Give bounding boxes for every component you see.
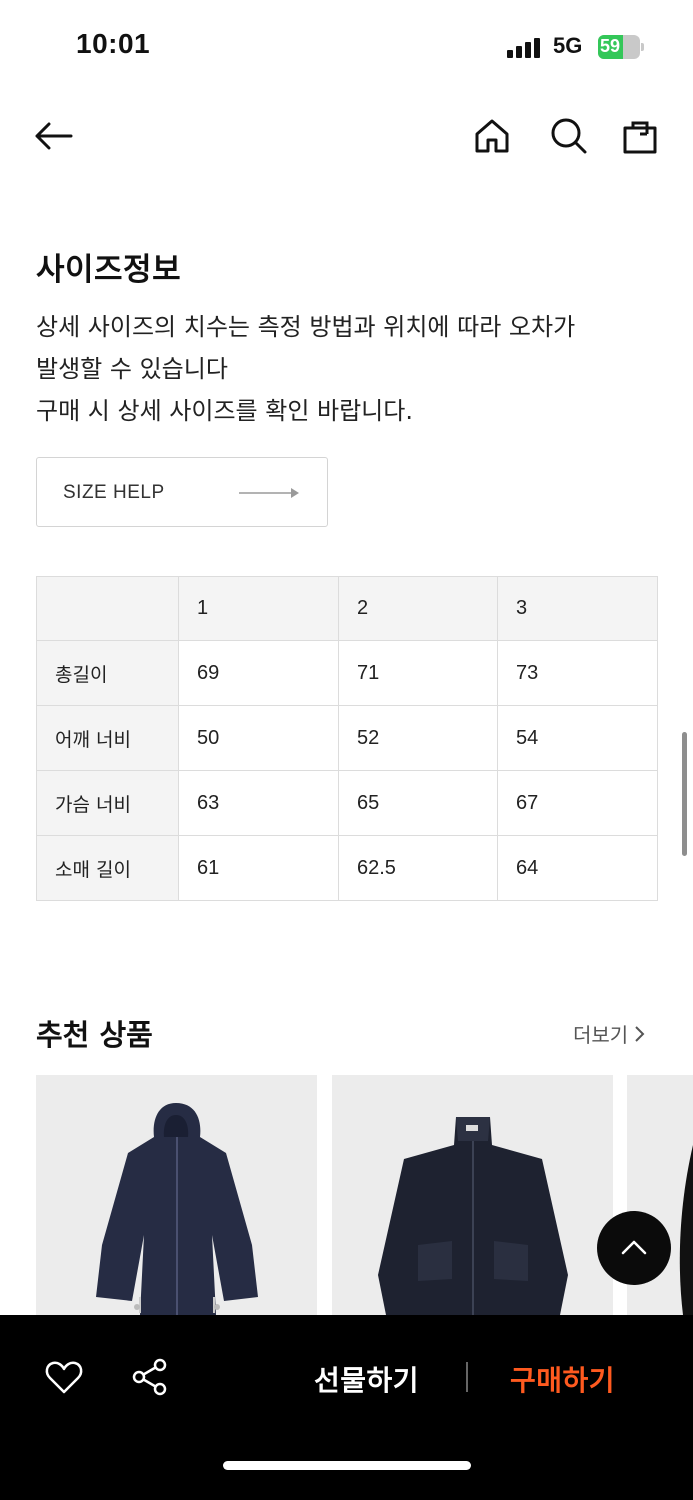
more-link[interactable]: 더보기: [573, 1019, 646, 1048]
chevron-up-icon: [621, 1240, 647, 1255]
measurement-value: 65: [338, 770, 498, 836]
size-help-button[interactable]: SIZE HELP: [36, 457, 328, 527]
gift-button[interactable]: 선물하기: [314, 1359, 419, 1399]
measurement-value: 63: [178, 770, 339, 836]
scrollbar[interactable]: [682, 732, 687, 856]
measurement-value: 73: [497, 640, 658, 706]
measurement-value: 64: [497, 835, 658, 901]
size-table-corner: [36, 576, 179, 641]
measurement-label: 어깨 너비: [36, 705, 179, 771]
table-row: 가슴 너비 63 65 67: [36, 770, 658, 836]
status-bar: 10:01 5G 59: [0, 0, 693, 90]
buy-button[interactable]: 구매하기: [510, 1359, 615, 1399]
long-arrow-right-icon: [239, 488, 299, 498]
chevron-right-icon: [635, 1025, 645, 1042]
measurement-label: 소매 길이: [36, 835, 179, 901]
home-indicator: [223, 1461, 471, 1470]
battery-level: 59: [600, 36, 621, 56]
size-desc-line: 구매 시 상세 사이즈를 확인 바랍니다.: [36, 397, 413, 425]
size-desc-line: 상세 사이즈의 치수는 측정 방법과 위치에 따라 오차가: [36, 313, 576, 341]
recommended-title: 추천 상품: [36, 1018, 153, 1052]
table-row: 어깨 너비 50 52 54: [36, 705, 658, 771]
scroll-top-button[interactable]: [597, 1211, 671, 1285]
product-image-hooded-jacket: [96, 1103, 258, 1315]
status-time: 10:01: [76, 28, 151, 59]
size-column-header: 3: [497, 576, 658, 641]
size-table-header: 1 2 3: [36, 576, 658, 641]
size-info-description: 상세 사이즈의 치수는 측정 방법과 위치에 따라 오차가 발생할 수 있습니다…: [36, 306, 666, 432]
table-row: 총길이 69 71 73: [36, 640, 658, 706]
table-row: 소매 길이 61 62.5 64: [36, 835, 658, 901]
measurement-value: 52: [338, 705, 498, 771]
measurement-value: 54: [497, 705, 658, 771]
home-icon[interactable]: [470, 114, 514, 158]
size-desc-line: 발생할 수 있습니다: [36, 355, 228, 383]
size-info-title: 사이즈정보: [36, 252, 182, 288]
measurement-value: 69: [178, 640, 339, 706]
heart-icon[interactable]: [44, 1357, 84, 1397]
measurement-value: 71: [338, 640, 498, 706]
signal-icon: [507, 36, 543, 58]
more-label: 더보기: [573, 1023, 629, 1047]
measurement-value: 67: [497, 770, 658, 836]
measurement-value: 50: [178, 705, 339, 771]
measurement-label: 가슴 너비: [36, 770, 179, 836]
product-image-track-jacket: [378, 1117, 568, 1315]
search-icon[interactable]: [547, 114, 591, 158]
network-label: 5G: [553, 33, 583, 58]
top-nav: [0, 100, 693, 172]
share-icon[interactable]: [130, 1357, 170, 1397]
product-card[interactable]: [332, 1075, 613, 1315]
measurement-value: 62.5: [338, 835, 498, 901]
size-column-header: 1: [178, 576, 339, 641]
product-card[interactable]: [36, 1075, 317, 1315]
battery-icon: 59: [598, 35, 644, 59]
size-column-header: 2: [338, 576, 498, 641]
divider: [466, 1362, 468, 1392]
size-table: 1 2 3 총길이 69 71 73 어깨 너비 50 52 54 가슴 너비 …: [36, 576, 658, 901]
shopping-bag-icon[interactable]: [618, 114, 662, 158]
back-arrow-icon[interactable]: [31, 114, 75, 158]
bottom-action-bar: 선물하기 구매하기: [0, 1315, 693, 1500]
measurement-value: 61: [178, 835, 339, 901]
measurement-label: 총길이: [36, 640, 179, 706]
size-help-label: SIZE HELP: [63, 482, 165, 503]
